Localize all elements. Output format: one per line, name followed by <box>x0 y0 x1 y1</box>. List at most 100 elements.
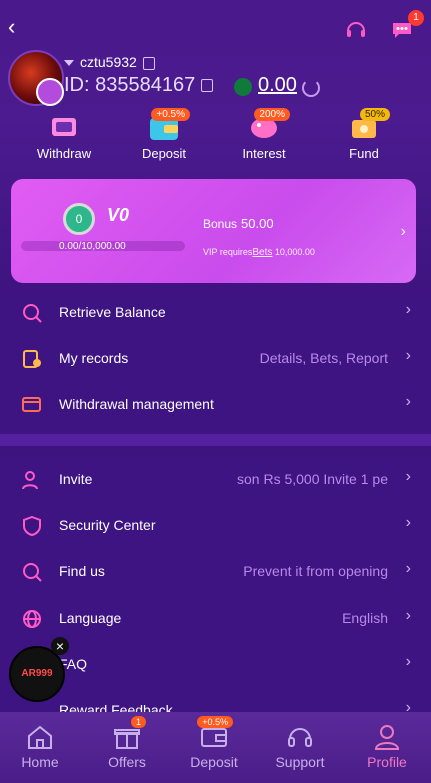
menu-item-invite[interactable]: Invite son Rs 5,000 Invite 1 pe › <box>0 457 431 503</box>
withdraw-button[interactable]: Withdraw <box>24 112 104 161</box>
id-value: 835584167 <box>95 74 196 96</box>
vip-requirement: VIP requiresBets 10,000.00 <box>203 247 315 258</box>
bonus-value: 50.00 <box>241 216 274 231</box>
home-icon <box>25 722 55 752</box>
username-row: cztu5932 <box>64 54 155 72</box>
nav-label: Deposit <box>190 754 238 770</box>
chevron-right-icon: › <box>405 607 411 624</box>
interest-button[interactable]: 200% Interest <box>224 108 304 161</box>
bets-link[interactable]: Bets <box>252 247 272 258</box>
wallet-icon: +0.5% <box>197 716 233 752</box>
vip-requires-value: 10,000.00 <box>274 247 315 257</box>
bottom-navigation: Home 1 Offers +0.5% Deposit Support Prof… <box>0 712 431 783</box>
withdraw-label: Withdraw <box>36 146 92 161</box>
nav-support[interactable]: Support <box>265 722 335 770</box>
chevron-right-icon: › <box>405 393 411 410</box>
fund-badge: 50% <box>359 108 390 121</box>
fund-icon: 50% <box>344 108 390 142</box>
deposit-label: Deposit <box>141 146 187 161</box>
menu-label: Language <box>59 610 122 626</box>
chevron-right-icon: › <box>405 468 411 485</box>
menu-item-retrieve-balance[interactable]: Retrieve Balance › <box>0 290 431 336</box>
chevron-right-icon: › <box>405 301 411 318</box>
chevron-right-icon: › <box>405 560 411 577</box>
nav-deposit[interactable]: +0.5% Deposit <box>179 716 249 770</box>
records-icon <box>23 350 41 368</box>
refresh-icon[interactable] <box>302 79 320 97</box>
deposit-badge: +0.5% <box>197 716 233 728</box>
id-label: ID: <box>64 74 90 96</box>
chevron-right-icon[interactable]: › <box>401 223 406 241</box>
menu-label: Security Center <box>59 517 156 533</box>
vip-requires-label: VIP requires <box>203 247 253 257</box>
nav-label: Profile <box>367 754 407 770</box>
menu-value: English <box>342 610 388 626</box>
vip-bonus: Bonus 50.00 <box>203 216 274 231</box>
menu-item-find-us[interactable]: Find us Prevent it from opening › <box>0 549 431 595</box>
nav-label: Offers <box>108 754 146 770</box>
vip-medal-number: 0 <box>75 212 83 226</box>
menu-label: Find us <box>59 563 105 579</box>
ar999-logo-text: AR999 <box>21 668 53 679</box>
find-us-icon <box>23 563 42 582</box>
quick-actions: Withdraw +0.5% Deposit 200% Interest 50%… <box>0 108 431 172</box>
nav-profile[interactable]: Profile <box>352 722 422 770</box>
retrieve-balance-icon <box>23 304 42 323</box>
pakistan-flag-icon <box>234 78 252 96</box>
withdraw-icon <box>44 112 84 142</box>
piggy-bank-icon: 200% <box>244 108 290 142</box>
chevron-right-icon: › <box>405 514 411 531</box>
nav-label: Support <box>275 754 325 770</box>
nav-home[interactable]: Home <box>5 722 75 770</box>
username: cztu5932 <box>80 54 137 70</box>
headset-icon[interactable] <box>344 18 368 42</box>
offers-badge: 1 <box>130 716 146 728</box>
vip-card[interactable]: 0 V0 0.00/10,000.00 Bonus 50.00 VIP requi… <box>11 179 416 283</box>
vip-level: V0 <box>107 205 130 225</box>
chevron-right-icon: › <box>405 653 411 670</box>
caret-down-icon[interactable] <box>64 60 74 67</box>
menu-label: Retrieve Balance <box>59 304 166 320</box>
user-id: ID: 835584167 <box>64 74 214 97</box>
menu-value: Prevent it from opening <box>243 563 388 579</box>
chat-badge: 1 <box>408 10 424 26</box>
menu-label: Withdrawal management <box>59 396 214 412</box>
vip-medal-icon: 0 <box>63 203 95 235</box>
copy-icon[interactable] <box>142 56 155 70</box>
profile-header: ‹ 1 cztu5932 ID: 835584167 0.00 Withdraw <box>0 0 431 300</box>
wallet-icon: +0.5% <box>144 108 190 142</box>
fund-label: Fund <box>349 146 379 161</box>
interest-label: Interest <box>242 146 286 161</box>
deposit-button[interactable]: +0.5% Deposit <box>124 108 204 161</box>
shield-icon <box>23 516 41 536</box>
fund-button[interactable]: 50% Fund <box>324 108 404 161</box>
menu-item-security-center[interactable]: Security Center › <box>0 503 431 549</box>
section-divider <box>0 434 431 446</box>
edit-avatar-icon[interactable] <box>36 78 64 106</box>
menu-label: Invite <box>59 471 93 487</box>
globe-icon <box>23 610 41 628</box>
menu-value: Details, Bets, Report <box>259 350 388 366</box>
nav-label: Home <box>21 754 59 770</box>
menu-group-account: Retrieve Balance › My records Details, B… <box>0 290 431 434</box>
headset-icon <box>285 722 315 752</box>
chevron-right-icon: › <box>405 347 411 364</box>
profile-icon <box>372 722 402 752</box>
nav-offers[interactable]: 1 Offers <box>92 716 162 770</box>
menu-label: My records <box>59 350 129 366</box>
back-arrow-icon[interactable]: ‹ <box>8 14 15 40</box>
menu-item-language[interactable]: Language English › <box>0 596 431 642</box>
menu-item-my-records[interactable]: My records Details, Bets, Report › <box>0 336 431 382</box>
menu-value: son Rs 5,000 Invite 1 pe <box>237 471 388 487</box>
deposit-badge: +0.5% <box>151 108 190 121</box>
vip-progress-text: 0.00/10,000.00 <box>59 241 126 252</box>
close-icon[interactable]: × <box>51 637 69 655</box>
invite-icon <box>22 471 38 490</box>
menu-item-withdrawal-management[interactable]: Withdrawal management › <box>0 382 431 428</box>
interest-badge: 200% <box>254 108 290 121</box>
top-bar: ‹ 1 <box>0 10 431 48</box>
gift-icon: 1 <box>112 716 146 752</box>
withdrawal-management-icon <box>22 397 41 412</box>
bonus-label: Bonus <box>203 217 238 231</box>
copy-id-icon[interactable] <box>201 79 214 93</box>
